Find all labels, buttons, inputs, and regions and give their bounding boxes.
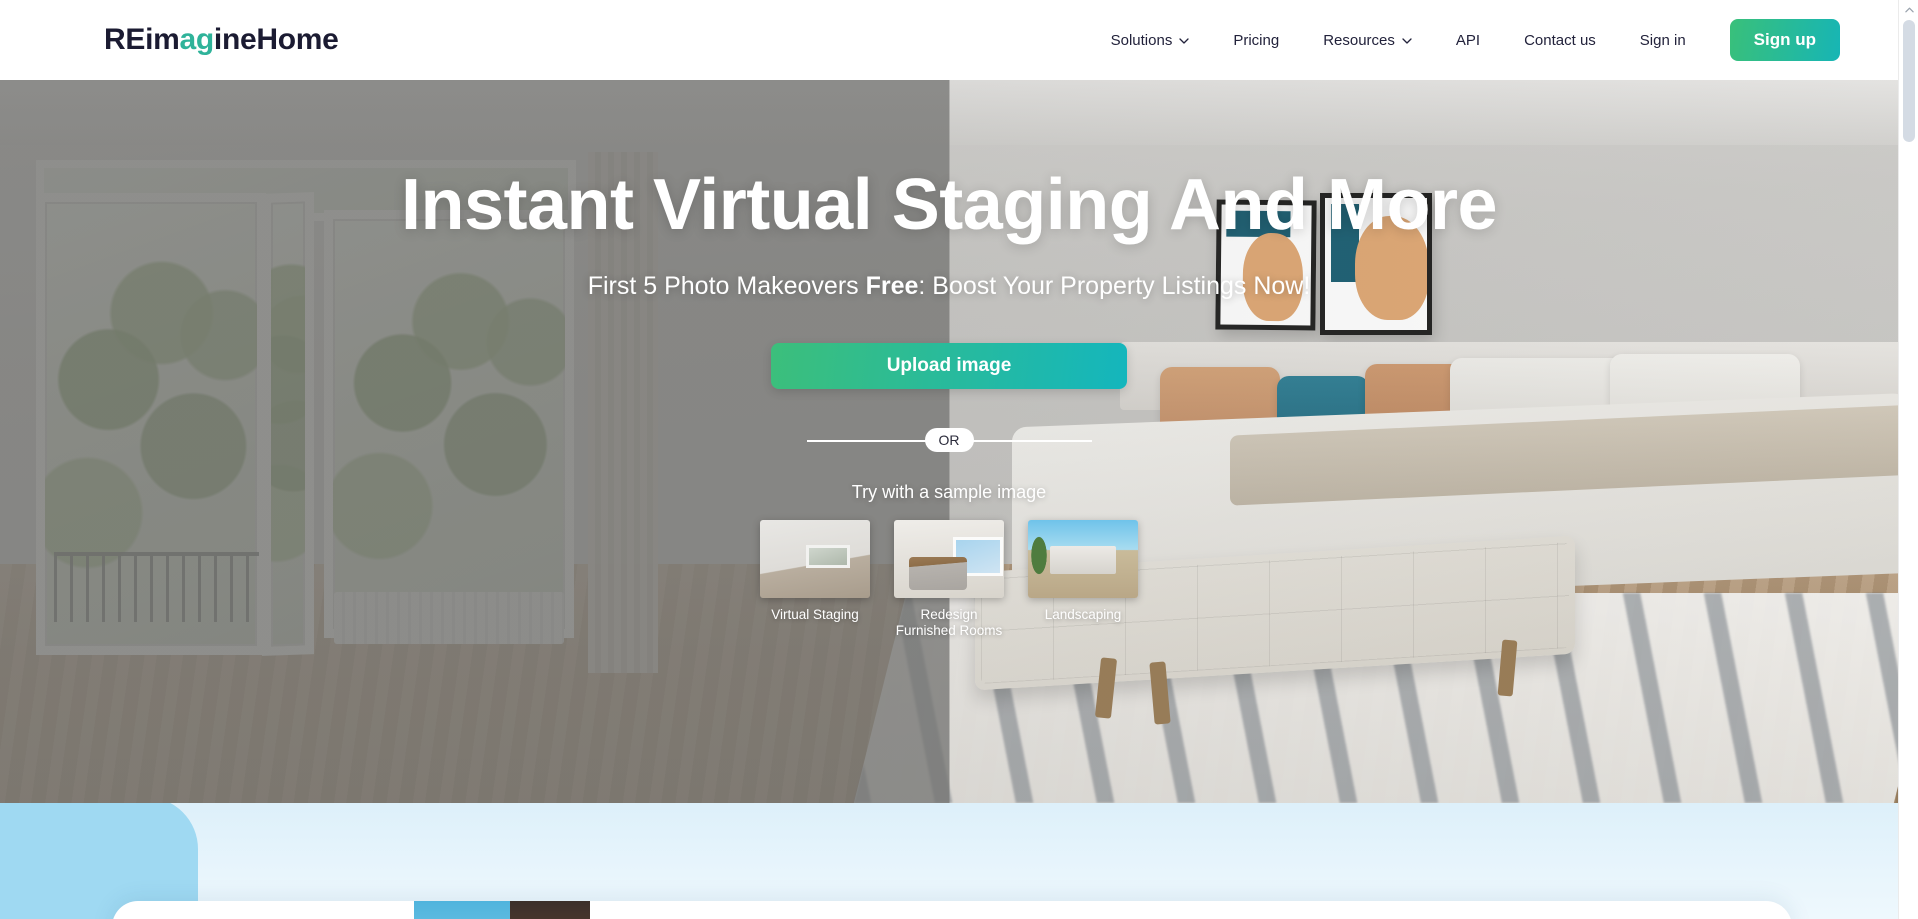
nav-item-label: Pricing: [1233, 31, 1280, 49]
chevron-up-icon[interactable]: [1899, 2, 1918, 18]
brand-logo-part2: ineHome: [213, 23, 339, 56]
upload-image-label: Upload image: [886, 354, 1012, 376]
portrait-thumbnail: [510, 901, 590, 919]
below-fold-section: [0, 803, 1898, 919]
sample-card-virtual-staging[interactable]: Virtual Staging: [760, 519, 870, 624]
hero-title: Instant Virtual Staging And More: [400, 165, 1498, 245]
main-navigation: Solutions Pricing Resources API Contact …: [1089, 19, 1840, 61]
card-media-preview: [414, 901, 590, 919]
brand-logo-accent: ag: [179, 23, 215, 56]
site-header: REimagineHome Solutions Pricing Resource…: [0, 0, 1898, 80]
sample-card-landscaping[interactable]: Landscaping: [1028, 519, 1138, 624]
nav-item-pricing[interactable]: Pricing: [1211, 32, 1301, 49]
illustration-thumbnail: [414, 901, 510, 919]
hero-subtitle-after: : Boost Your Property Listings Now!: [918, 271, 1311, 300]
nav-item-solutions[interactable]: Solutions: [1089, 32, 1212, 49]
nav-item-contact-us[interactable]: Contact us: [1502, 32, 1618, 49]
hero-subtitle: First 5 Photo Makeovers Free: Boost Your…: [588, 272, 1311, 301]
hero-section: Instant Virtual Staging And More First 5…: [0, 80, 1898, 803]
nav-item-api[interactable]: API: [1434, 32, 1502, 49]
sign-up-label: Sign up: [1753, 30, 1816, 49]
page-root: REimagineHome Solutions Pricing Resource…: [0, 0, 1918, 919]
divider-label: OR: [924, 427, 974, 452]
sample-caption: Landscaping: [1044, 606, 1122, 622]
hero-subtitle-free: Free: [865, 271, 919, 300]
house-exterior-thumbnail[interactable]: [1028, 519, 1138, 598]
sample-caption: Virtual Staging: [771, 606, 859, 622]
chevron-down-icon: [1179, 38, 1189, 44]
nav-item-label: API: [1455, 31, 1481, 49]
nav-item-resources[interactable]: Resources: [1301, 32, 1434, 49]
feature-card: [112, 901, 1792, 919]
page-scrollbar[interactable]: [1898, 0, 1918, 919]
nav-item-label: Resources: [1323, 31, 1395, 49]
nav-item-sign-in[interactable]: Sign in: [1618, 32, 1708, 49]
nav-item-label: Solutions: [1110, 31, 1173, 49]
scrollbar-thumb[interactable]: [1903, 20, 1915, 142]
nav-item-label: Sign in: [1639, 31, 1686, 49]
hero-content: Instant Virtual Staging And More First 5…: [0, 80, 1898, 803]
brand-logo[interactable]: REimagineHome: [104, 23, 339, 57]
sample-caption: Redesign Furnished Rooms: [895, 606, 1003, 639]
or-divider: OR: [806, 426, 1092, 454]
empty-room-thumbnail[interactable]: [760, 519, 870, 598]
sign-up-button[interactable]: Sign up: [1729, 19, 1840, 61]
upload-image-button[interactable]: Upload image: [771, 342, 1127, 389]
chevron-down-icon: [1402, 38, 1412, 44]
hero-subtitle-before: First 5 Photo Makeovers: [587, 271, 866, 300]
brand-logo-part1: REim: [104, 23, 180, 56]
sample-prompt: Try with a sample image: [851, 481, 1047, 502]
nav-item-label: Contact us: [1524, 31, 1596, 49]
sample-card-redesign-furnished-rooms[interactable]: Redesign Furnished Rooms: [894, 519, 1004, 641]
sample-image-list: Virtual Staging Redesign Furnished Rooms…: [760, 519, 1138, 641]
furnished-bedroom-thumbnail[interactable]: [894, 519, 1004, 598]
